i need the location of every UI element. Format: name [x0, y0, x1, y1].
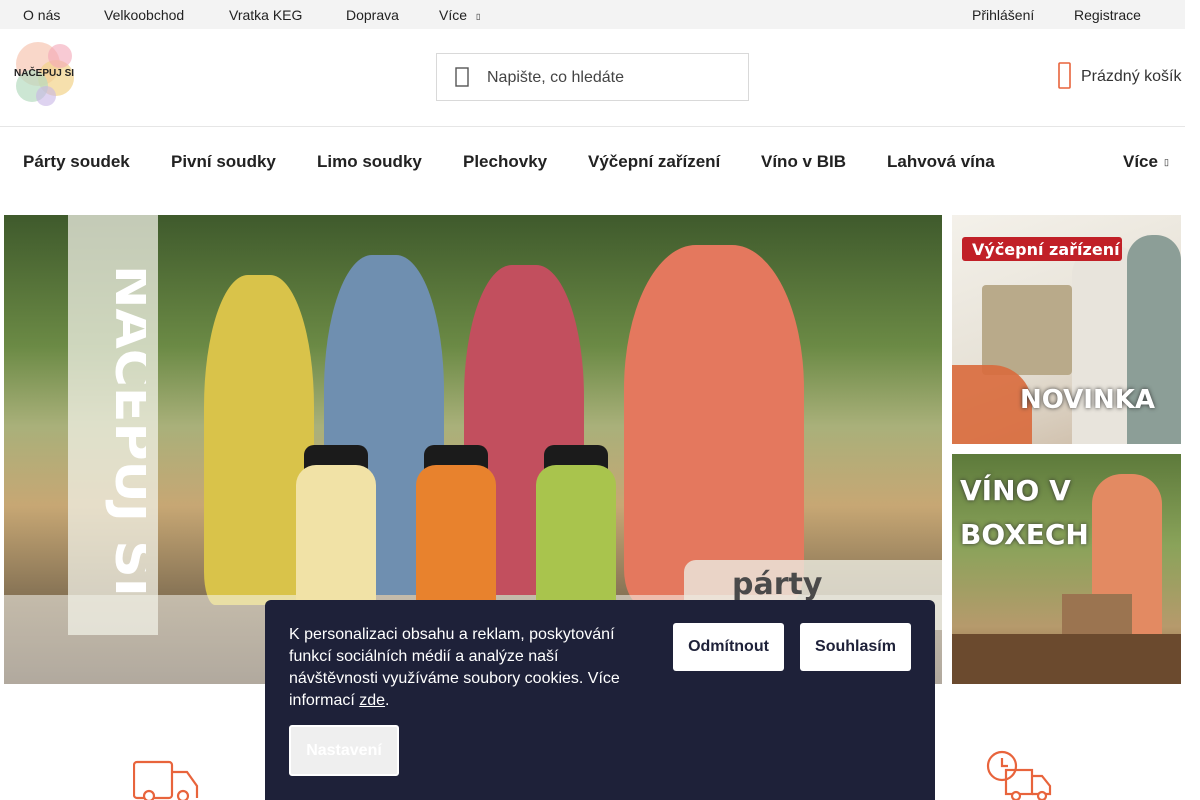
- cookie-consent-bar: K personalizaci obsahu a reklam, poskyto…: [265, 600, 935, 800]
- cookie-accept-button[interactable]: Souhlasím: [800, 623, 911, 671]
- chevron-down-icon: ▯: [476, 12, 481, 21]
- chevron-down-icon: ▯: [1163, 157, 1169, 167]
- search-icon[interactable]: [455, 67, 469, 87]
- side-banner-wine-boxes[interactable]: VÍNO V BOXECH: [952, 454, 1181, 684]
- side-banner-title-line1: VÍNO V: [960, 474, 1071, 507]
- wooden-table: [952, 634, 1181, 684]
- cookie-settings-button[interactable]: Nastavení: [289, 725, 399, 776]
- nav-item-party-keg[interactable]: Párty soudek: [23, 152, 130, 172]
- cookie-period: .: [385, 692, 390, 709]
- search-input[interactable]: Napište, co hledáte: [487, 69, 624, 87]
- logo-text: NAČEPUJ SI: [14, 68, 75, 79]
- nav-item-cans[interactable]: Plechovky: [463, 152, 547, 172]
- login-link[interactable]: Přihlášení: [972, 7, 1034, 23]
- topbar-link-keg-return[interactable]: Vratka KEG: [229, 7, 302, 23]
- delivery-truck-icon: [133, 760, 199, 800]
- nav-more-label: Více: [1123, 152, 1158, 171]
- side-banner-badge-text: Výčepní zařízení: [972, 240, 1120, 259]
- nav-item-lemonade-kegs[interactable]: Limo soudky: [317, 152, 422, 172]
- cart-icon: [1058, 62, 1071, 89]
- side-banner-novinka: NOVINKA: [1020, 385, 1155, 415]
- nav-item-beer-kegs[interactable]: Pivní soudky: [171, 152, 276, 172]
- hero-vertical-title-text: NAČEPUJ SI: [103, 265, 146, 597]
- fast-delivery-icon: [986, 750, 1052, 800]
- hero-vertical-title: NAČEPUJ SI: [103, 265, 146, 597]
- site-logo[interactable]: NAČEPUJ SI: [8, 34, 82, 112]
- nav-item-tap-equipment[interactable]: Výčepní zařízení: [588, 152, 720, 172]
- topbar-link-shipping[interactable]: Doprava: [346, 7, 399, 23]
- site-header: NAČEPUJ SI Napište, co hledáte Prázdný k…: [0, 29, 1185, 127]
- register-link[interactable]: Registrace: [1074, 7, 1141, 23]
- side-banner-title-line2: BOXECH: [960, 518, 1089, 551]
- hero-person-figure: [624, 245, 804, 605]
- nav-item-bib-wine[interactable]: Víno v BIB: [761, 152, 846, 172]
- nav-more-menu[interactable]: Více ▯: [1123, 152, 1169, 172]
- side-banner-tap-equipment[interactable]: Výčepní zařízení NOVINKA: [952, 215, 1181, 444]
- cookie-message: K personalizaci obsahu a reklam, poskyto…: [289, 626, 620, 709]
- search-box[interactable]: Napište, co hledáte: [436, 53, 749, 101]
- topbar-more-menu[interactable]: Více ▯: [439, 7, 480, 23]
- cookie-text: K personalizaci obsahu a reklam, poskyto…: [289, 624, 629, 712]
- topbar-link-wholesale[interactable]: Velkoobchod: [104, 7, 184, 23]
- cart-label: Prázdný košík: [1081, 68, 1182, 85]
- top-bar: O nás Velkoobchod Vratka KEG Doprava Víc…: [0, 0, 1185, 29]
- cookie-more-info-link[interactable]: zde: [359, 692, 385, 709]
- main-navigation: Párty soudek Pivní soudky Limo soudky Pl…: [0, 127, 1185, 195]
- cookie-decline-button[interactable]: Odmítnout: [673, 623, 784, 671]
- topbar-more-label: Více: [439, 7, 468, 23]
- topbar-link-about[interactable]: O nás: [23, 7, 60, 23]
- nav-item-bottled-wine[interactable]: Lahvová vína: [887, 152, 995, 172]
- tap-device-image: [982, 285, 1072, 375]
